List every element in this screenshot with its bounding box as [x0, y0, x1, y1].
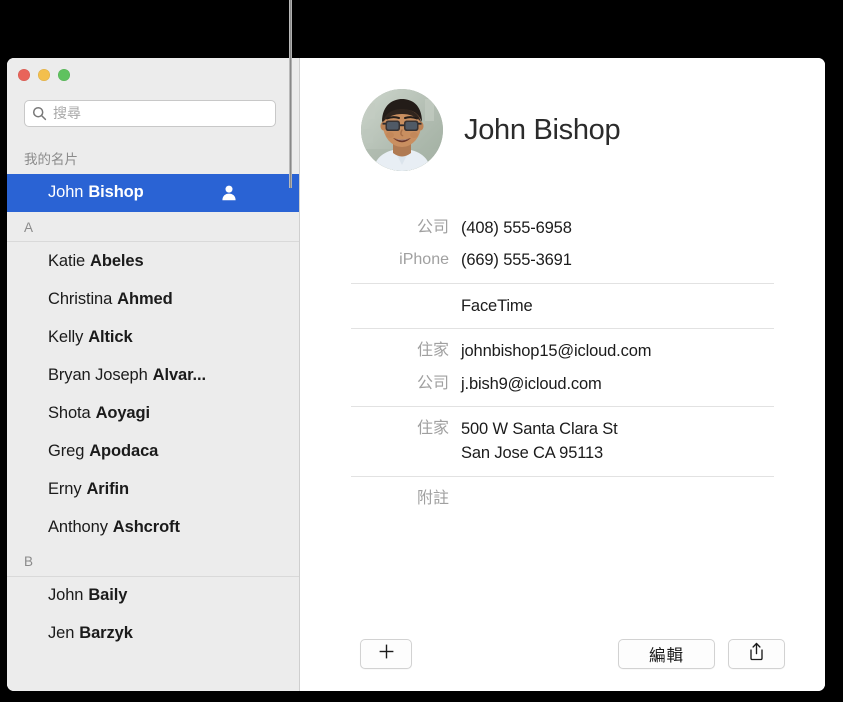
share-contact-button[interactable]	[728, 639, 785, 669]
list-item-name: Jen Barzyk	[48, 624, 133, 643]
field-value[interactable]: 500 W Santa Clara St San Jose CA 95113	[461, 417, 774, 466]
contacts-window: 搜尋 我的名片 John Bishop A Katie Abeles Christina Ah…	[7, 58, 825, 691]
callout-line	[289, 0, 292, 188]
contact-last-name: Arifin	[86, 479, 129, 498]
me-card-person-icon	[220, 184, 238, 202]
list-item-name: John Baily	[48, 586, 127, 605]
list-item-name: Christina Ahmed	[48, 290, 173, 309]
list-item-name: Anthony Ashcroft	[48, 518, 180, 537]
list-item[interactable]: Kelly Altick	[7, 318, 299, 356]
contact-last-name: Ashcroft	[112, 517, 180, 536]
field-label: 公司	[416, 219, 449, 236]
contact-name: John Bishop	[464, 113, 621, 146]
list-item-name: Bryan Joseph Alvar...	[48, 366, 206, 385]
field-label: 住家	[416, 420, 449, 438]
field-label: 附註	[416, 489, 449, 507]
contact-first-name: Katie	[48, 251, 86, 270]
field-label: 公司	[416, 374, 449, 392]
list-item[interactable]: Anthony Ashcroft	[7, 508, 299, 546]
list-item-name: Kelly Altick	[48, 328, 133, 347]
contact-first-name: Shota	[48, 403, 91, 422]
field-row[interactable]: 公司 j.bish9@icloud.com	[351, 368, 774, 400]
list-item[interactable]: Bryan Joseph Alvar...	[7, 356, 299, 394]
list-item[interactable]: John Baily	[7, 577, 299, 615]
field-label: iPhone	[399, 251, 449, 269]
email-group: 住家 johnbishop15@icloud.com 公司 j.bish9@iclou…	[351, 328, 774, 406]
list-item-selected[interactable]: John Bishop	[7, 173, 299, 212]
note-group: 附註	[351, 475, 774, 521]
list-group-header: B	[7, 546, 299, 577]
minimize-button[interactable]	[38, 69, 50, 81]
field-row[interactable]: 附註	[351, 483, 774, 515]
list-item-name: Katie Abeles	[48, 252, 144, 271]
field-value[interactable]: (408) 555-6958	[461, 216, 774, 240]
field-value[interactable]: j.bish9@icloud.com	[461, 372, 774, 396]
contact-last-name: Altick	[88, 327, 133, 346]
contact-avatar[interactable]	[361, 89, 443, 171]
list-item[interactable]: Greg Apodaca	[7, 432, 299, 470]
contact-first-name: John	[48, 586, 84, 605]
window-traffic-lights	[18, 69, 70, 81]
contact-last-name: Baily	[88, 586, 128, 605]
contact-last-name: Alvar...	[152, 365, 206, 384]
list-item-name: Erny Arifin	[48, 480, 129, 499]
contact-first-name: Erny	[48, 479, 82, 498]
list-item-name: John Bishop	[48, 183, 144, 202]
list-item[interactable]: Shota Aoyagi	[7, 394, 299, 432]
share-icon	[748, 642, 765, 666]
screenshot-root: 搜尋 我的名片 John Bishop A Katie Abeles Christina Ah…	[0, 0, 843, 702]
avatar-photo	[361, 89, 443, 171]
field-label: 住家	[416, 342, 449, 360]
close-button[interactable]	[18, 69, 30, 81]
edit-button-label: 編輯	[649, 647, 684, 665]
detail-toolbar: 編輯	[300, 627, 825, 691]
field-value[interactable]: FaceTime	[461, 294, 774, 318]
contact-last-name: Barzyk	[79, 624, 133, 643]
add-contact-button[interactable]	[360, 639, 412, 669]
list-item[interactable]: Christina Ahmed	[7, 280, 299, 318]
field-row[interactable]: 住家 johnbishop15@icloud.com	[351, 335, 774, 367]
search-field[interactable]: 搜尋	[24, 100, 276, 127]
contact-fields: 公司 (408) 555-6958 iPhone (669) 555-3691 Face…	[300, 206, 825, 521]
contact-last-name: Apodaca	[89, 441, 159, 460]
contact-last-name: Bishop	[88, 183, 144, 202]
search-placeholder: 搜尋	[53, 105, 81, 121]
contact-first-name: Kelly	[48, 327, 84, 346]
contact-detail-panel: John Bishop 公司 (408) 555-6958 iPhone (669) …	[300, 58, 825, 691]
plus-icon	[378, 643, 395, 665]
list-item-name: Shota Aoyagi	[48, 404, 150, 423]
search-icon	[32, 106, 47, 121]
list-item[interactable]: Erny Arifin	[7, 470, 299, 508]
list-group-header: 我的名片	[24, 152, 78, 167]
contact-last-name: Abeles	[90, 251, 144, 270]
list-item[interactable]: Katie Abeles	[7, 242, 299, 280]
list-item[interactable]: Jen Barzyk	[7, 615, 299, 653]
edit-contact-button[interactable]: 編輯	[618, 639, 715, 669]
contact-header: John Bishop	[361, 89, 621, 171]
zoom-button[interactable]	[58, 69, 70, 81]
field-row[interactable]: FaceTime	[351, 290, 774, 322]
contact-first-name: John	[48, 183, 84, 202]
contacts-list[interactable]: 我的名片 John Bishop A Katie Abeles Christina Ahmed…	[7, 144, 299, 691]
address-group: 住家 500 W Santa Clara St San Jose CA 95113	[351, 406, 774, 476]
contact-last-name: Aoyagi	[95, 403, 151, 422]
contact-last-name: Ahmed	[117, 289, 173, 308]
contact-first-name: Greg	[48, 441, 85, 460]
field-value[interactable]: (669) 555-3691	[461, 248, 774, 272]
contacts-sidebar: 搜尋 我的名片 John Bishop A Katie Abeles Christina Ah…	[7, 58, 300, 691]
field-row[interactable]: iPhone (669) 555-3691	[351, 244, 774, 276]
list-group-header: A	[7, 212, 299, 243]
field-row[interactable]: 住家 500 W Santa Clara St San Jose CA 95113	[351, 413, 774, 470]
phone-group: 公司 (408) 555-6958 iPhone (669) 555-3691	[351, 206, 774, 283]
contact-first-name: Bryan Joseph	[48, 365, 148, 384]
contact-first-name: Anthony	[48, 517, 108, 536]
field-value[interactable]: johnbishop15@icloud.com	[461, 339, 774, 363]
contact-first-name: Christina	[48, 289, 113, 308]
facetime-group: FaceTime	[351, 282, 774, 328]
list-item-name: Greg Apodaca	[48, 442, 158, 461]
field-row[interactable]: 公司 (408) 555-6958	[351, 212, 774, 244]
contact-first-name: Jen	[48, 624, 75, 643]
